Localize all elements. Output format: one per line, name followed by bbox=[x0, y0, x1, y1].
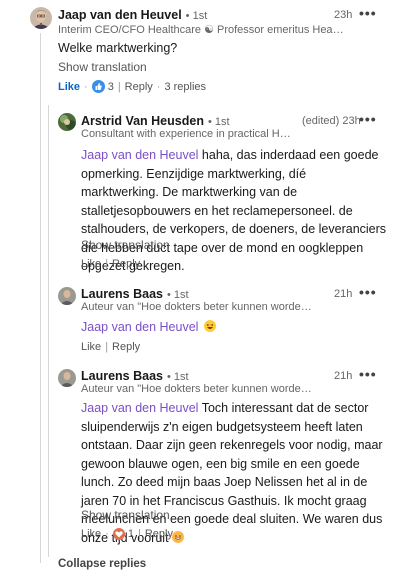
reply-text: Jaap van den Heuvel haha, das inderdaad … bbox=[81, 148, 387, 273]
connection-degree: • 1st bbox=[185, 10, 208, 22]
reply-timestamp: (edited) 23h bbox=[302, 115, 361, 127]
reply-button[interactable]: Reply bbox=[112, 341, 140, 353]
like-button[interactable]: Like bbox=[81, 528, 101, 540]
reply-author-name[interactable]: Laurens Baas bbox=[81, 369, 163, 383]
reply-author-name[interactable]: Arstrid Van Heusden bbox=[81, 114, 204, 128]
show-translation-link[interactable]: Show translation bbox=[81, 238, 170, 252]
more-icon[interactable]: ••• bbox=[359, 367, 377, 381]
reply-author-headline: Auteur van "Hoe dokters beter kunnen wor… bbox=[81, 301, 316, 313]
comment-author-name[interactable]: Jaap van den Heuvel bbox=[58, 8, 182, 22]
mention-link[interactable]: Jaap van den Heuvel bbox=[81, 320, 198, 334]
mention-link[interactable]: Jaap van den Heuvel bbox=[81, 401, 198, 415]
connection-degree: • 1st bbox=[207, 116, 230, 128]
comment-timestamp: 23h bbox=[334, 9, 353, 21]
thumbs-up-reaction-icon bbox=[91, 80, 105, 93]
reply-author-name[interactable]: Laurens Baas bbox=[81, 287, 163, 301]
reply-text: Jaap van den Heuvel bbox=[81, 318, 216, 337]
reply-author-headline: Consultant with experience in practical … bbox=[81, 128, 291, 140]
show-translation-link[interactable]: Show translation bbox=[81, 508, 170, 522]
like-button[interactable]: Like bbox=[58, 81, 80, 93]
reply-timestamp: 21h bbox=[334, 288, 353, 300]
reply-author-headline: Auteur van "Hoe dokters beter kunnen wor… bbox=[81, 383, 316, 395]
avatar-laurens[interactable] bbox=[58, 369, 76, 387]
like-button[interactable]: Like bbox=[81, 341, 101, 353]
comment-author-headline: Interim CEO/CFO Healthcare ☯ Professor e… bbox=[58, 24, 344, 36]
more-icon[interactable]: ••• bbox=[359, 6, 377, 20]
replies-count[interactable]: 3 replies bbox=[164, 81, 206, 93]
reply-text: Jaap van den Heuvel Toch interessant dat… bbox=[81, 401, 383, 545]
reply-thread-line bbox=[48, 105, 49, 557]
avatar-jaap[interactable] bbox=[30, 7, 52, 29]
reply-button[interactable]: Reply bbox=[145, 528, 173, 540]
comment-text: Welke marktwerking? bbox=[58, 41, 178, 55]
heart-reaction-icon bbox=[112, 528, 125, 540]
like-count: 1 bbox=[127, 528, 134, 540]
reply-button[interactable]: Reply bbox=[125, 81, 153, 93]
like-count: 3 bbox=[107, 80, 114, 93]
reply-button[interactable]: Reply bbox=[112, 258, 140, 270]
connection-degree: • 1st bbox=[166, 289, 189, 301]
show-translation-link[interactable]: Show translation bbox=[58, 60, 147, 74]
reply-timestamp: 21h bbox=[334, 370, 353, 382]
connection-degree: • 1st bbox=[166, 371, 189, 383]
more-icon[interactable]: ••• bbox=[359, 112, 377, 126]
grin-sweat-emoji-icon bbox=[172, 530, 185, 543]
collapse-replies-button[interactable]: Collapse replies bbox=[58, 558, 146, 570]
laughing-emoji-icon bbox=[203, 320, 216, 332]
like-button[interactable]: Like bbox=[81, 258, 101, 270]
mention-link[interactable]: Jaap van den Heuvel bbox=[81, 148, 198, 162]
avatar-arstrid[interactable] bbox=[58, 113, 76, 131]
thread-line bbox=[40, 33, 41, 563]
avatar-laurens[interactable] bbox=[58, 287, 76, 305]
more-icon[interactable]: ••• bbox=[359, 285, 377, 299]
